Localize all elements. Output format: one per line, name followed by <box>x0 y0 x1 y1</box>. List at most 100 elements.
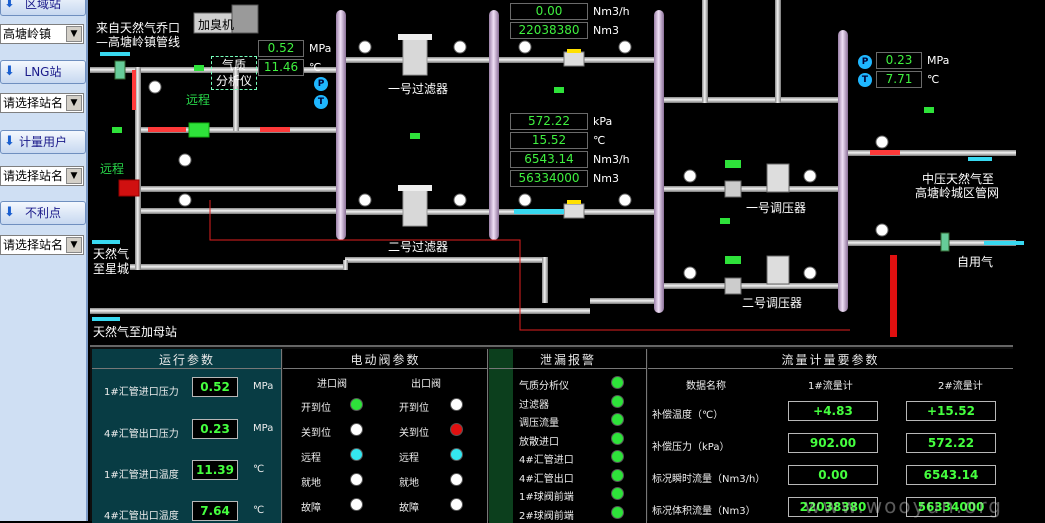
region-select-value: 高塘岭镇 <box>3 27 52 41</box>
run-param-unit: ℃ <box>253 464 265 475</box>
parameter-panel: 运行参数 1#汇管进口压力 0.52 MPa 4#汇管出口压力 0.23 MPa… <box>90 345 1013 523</box>
filter-1-label: 一号过滤器 <box>388 82 449 96</box>
filter-2-vessel <box>398 185 432 227</box>
meter-2-total-unit: Nm3 <box>593 172 619 185</box>
meter-2-indicator <box>567 200 581 204</box>
leak-alarm-section: 泄漏报警 气质分析仪 过滤器 调压流量 放散进口 4#汇管进口 4#汇管出口 1#球阀前端 2… <box>489 349 647 523</box>
deodorizer-label: 加臭机 <box>198 18 235 32</box>
run-param-value: 11.39 <box>192 460 238 480</box>
valve-outlet-indicator <box>450 498 463 511</box>
inlet-insulation-joint <box>114 60 126 80</box>
run-param-label: 4#汇管出口温度 <box>104 511 179 522</box>
meter-1-total-value: 22038380 <box>510 22 588 39</box>
bad-point-select[interactable]: 请选择站名 ▼ <box>0 235 84 255</box>
valve-row-label: 开到位 <box>399 403 429 414</box>
remote-label-2: 远程 <box>100 162 125 176</box>
leak-alarm-stripe <box>489 349 513 523</box>
leak-alarm-indicator <box>611 431 624 445</box>
meter-select-value: 请选择站名 <box>3 169 64 183</box>
to-xingcheng-label-2: 至星城 <box>93 262 130 276</box>
outlet-header-pipe <box>838 30 848 312</box>
run-param-unit: MPa <box>253 381 274 392</box>
meter-1-flow-unit: Nm3/h <box>593 5 630 18</box>
temperature-icon: T <box>858 73 872 87</box>
bad-point-button[interactable]: ⬇ 不利点 <box>0 201 86 225</box>
leak-alarm-label: 2#球阀前端 <box>519 510 574 522</box>
flow-row-label: 补偿温度（℃） <box>652 410 724 421</box>
flow-meter-2-header: 2#流量计 <box>938 381 983 392</box>
run-params-title: 运行参数 <box>92 351 282 369</box>
inlet-pressure-unit: MPa <box>309 42 332 55</box>
down-arrow-icon: ⬇ <box>4 64 15 79</box>
outlet-pressure-value: 0.23 <box>876 52 922 69</box>
chevron-down-icon[interactable]: ▼ <box>66 237 82 253</box>
valve-inlet-indicator <box>350 473 363 486</box>
flow-meter-2 <box>563 203 585 219</box>
valve-outlet-indicator <box>450 398 463 411</box>
valve-outlet-indicator <box>450 473 463 486</box>
filter-2-label: 二号过滤器 <box>388 240 449 254</box>
inlet-header-pipe <box>336 10 346 240</box>
valve-outlet-indicator <box>450 448 463 461</box>
valve-inlet-indicator <box>350 423 363 436</box>
lng-select[interactable]: 请选择站名 ▼ <box>0 93 84 113</box>
gas-analyzer-box[interactable]: 气质 分析仪 <box>211 56 257 90</box>
pressure-icon: P <box>858 55 872 69</box>
lng-select-value: 请选择站名 <box>3 96 64 110</box>
gas-analyzer-label-1: 气质 <box>221 58 246 72</box>
chevron-down-icon[interactable]: ▼ <box>66 95 82 111</box>
chevron-down-icon[interactable]: ▼ <box>66 26 82 42</box>
deodorizer-body <box>231 4 259 34</box>
meter-1-indicator <box>567 49 581 53</box>
flow-name-header: 数据名称 <box>686 381 726 392</box>
leak-alarm-indicator <box>611 413 624 426</box>
vent-stack <box>890 255 897 337</box>
run-param-label: 1#汇管进口压力 <box>104 387 179 398</box>
valve-params-section: 电动阀参数 进口阀 出口阀 开到位 开到位 关到位 关到位 远程 远程 就地 就地 故障 故障 <box>283 349 488 523</box>
station-sidebar: ⬇ 区域站 高塘岭镇 ▼ ⬇ LNG站 请选择站名 ▼ ⬇ 计量用户 请选择站名 ▼ ⬇ 不利… <box>0 0 88 521</box>
gas-analyzer-label-2: 分析仪 <box>215 74 252 88</box>
region-select[interactable]: 高塘岭镇 ▼ <box>0 24 84 44</box>
leak-alarm-indicator <box>611 450 624 463</box>
down-arrow-icon: ⬇ <box>4 134 15 149</box>
region-station-button[interactable]: ⬇ 区域站 <box>0 0 86 16</box>
leak-alarm-label: 4#汇管进口 <box>519 455 574 466</box>
bad-point-label: 不利点 <box>24 206 61 220</box>
filter-outlet-header-pipe <box>489 10 499 240</box>
flow-meter-2-value: 6543.14 <box>906 465 996 485</box>
run-param-value: 7.64 <box>192 501 238 521</box>
flow-row-label: 标况体积流量（Nm3） <box>652 506 756 517</box>
flow-meter-2-value: +15.52 <box>906 401 996 421</box>
valve-row-label: 开到位 <box>301 403 331 414</box>
lng-station-button[interactable]: ⬇ LNG站 <box>0 60 86 84</box>
outlet-temp-unit: ℃ <box>927 73 940 86</box>
meter-2-flow-value: 6543.14 <box>510 151 588 168</box>
pressure-icon: P <box>314 77 328 91</box>
meter-user-label: 计量用户 <box>18 135 67 149</box>
meter-2-temp-value: 15.52 <box>510 132 588 149</box>
self-use-label: 自用气 <box>957 255 994 269</box>
flow-meter-1-value: 902.00 <box>788 433 878 453</box>
temperature-icon: T <box>314 95 328 109</box>
meter-user-button[interactable]: ⬇ 计量用户 <box>0 130 86 154</box>
inlet-temp-unit: ℃ <box>309 61 322 74</box>
regulator-2-label: 二号调压器 <box>742 296 803 310</box>
flow-params-title: 流量计量要参数 <box>648 351 1013 369</box>
meter-select[interactable]: 请选择站名 ▼ <box>0 166 84 186</box>
meter-2-pressure-unit: kPa <box>593 115 613 128</box>
chevron-down-icon[interactable]: ▼ <box>66 168 82 184</box>
flow-meter-1 <box>563 51 585 67</box>
valve-inlet-indicator <box>350 398 363 411</box>
valve-row-label: 故障 <box>399 503 419 514</box>
inlet-label-2: —高塘岭镇管线 <box>96 35 181 49</box>
leak-alarm-indicator <box>611 487 624 500</box>
leak-alarm-label: 4#汇管出口 <box>519 473 574 485</box>
lng-station-label: LNG站 <box>24 65 62 79</box>
outlet-temp-value: 7.71 <box>876 71 922 88</box>
meter-1-flow-value: 0.00 <box>510 3 588 20</box>
flow-meter-2-value: 572.22 <box>906 433 996 453</box>
leak-alarm-indicator <box>611 376 624 389</box>
flow-row-label: 补偿压力（kPa） <box>652 442 730 453</box>
metering-header-pipe <box>654 10 664 313</box>
valve-outlet-header: 出口阀 <box>411 379 441 390</box>
